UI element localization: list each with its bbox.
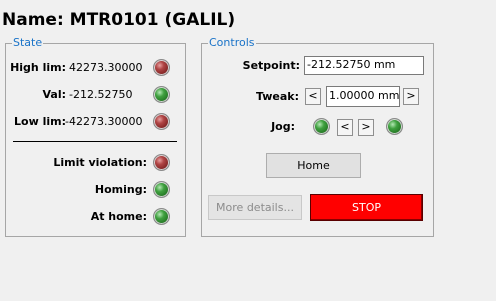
setpoint-input[interactable]: -212.52750 mm [304, 56, 424, 75]
at-home-label: At home: [90, 210, 147, 223]
tweak-increment-button[interactable]: > [403, 88, 419, 105]
tweak-input[interactable]: 1.00000 mm [326, 86, 400, 107]
at-home-led-icon [153, 208, 170, 225]
home-button[interactable]: Home [266, 153, 361, 178]
high-lim-label: High lim: [10, 61, 66, 74]
high-lim-value: 42273.30000 [69, 61, 143, 74]
limit-violation-label: Limit violation: [53, 156, 147, 169]
low-lim-led-icon [153, 113, 170, 130]
state-separator [13, 141, 177, 142]
setpoint-label: Setpoint: [242, 59, 300, 72]
jog-left-button[interactable]: < [337, 119, 353, 136]
val-led-icon [153, 86, 170, 103]
val-value: -212.52750 [69, 88, 133, 101]
tweak-label: Tweak: [255, 90, 299, 103]
tweak-decrement-button[interactable]: < [305, 88, 321, 105]
controls-legend: Controls [208, 36, 256, 50]
stop-button[interactable]: STOP [310, 194, 423, 221]
jog-left-led-icon [313, 118, 330, 135]
jog-right-led-icon [386, 118, 403, 135]
state-legend: State [12, 36, 44, 50]
low-lim-label: Low lim: [14, 115, 66, 128]
homing-label: Homing: [94, 183, 147, 196]
state-group: State High lim: 42273.30000 Val: -212.52… [5, 36, 186, 237]
more-details-button[interactable]: More details... [208, 195, 302, 220]
homing-led-icon [153, 181, 170, 198]
page-title: Name: MTR0101 (GALIL) [2, 10, 236, 30]
limit-violation-led-icon [153, 154, 170, 171]
controls-group: Controls Setpoint: -212.52750 mm Tweak: … [201, 36, 434, 237]
low-lim-value: -42273.30000 [65, 115, 143, 128]
jog-label: Jog: [271, 120, 295, 133]
val-label: Val: [42, 88, 66, 101]
jog-right-button[interactable]: > [358, 119, 374, 136]
high-lim-led-icon [153, 59, 170, 76]
